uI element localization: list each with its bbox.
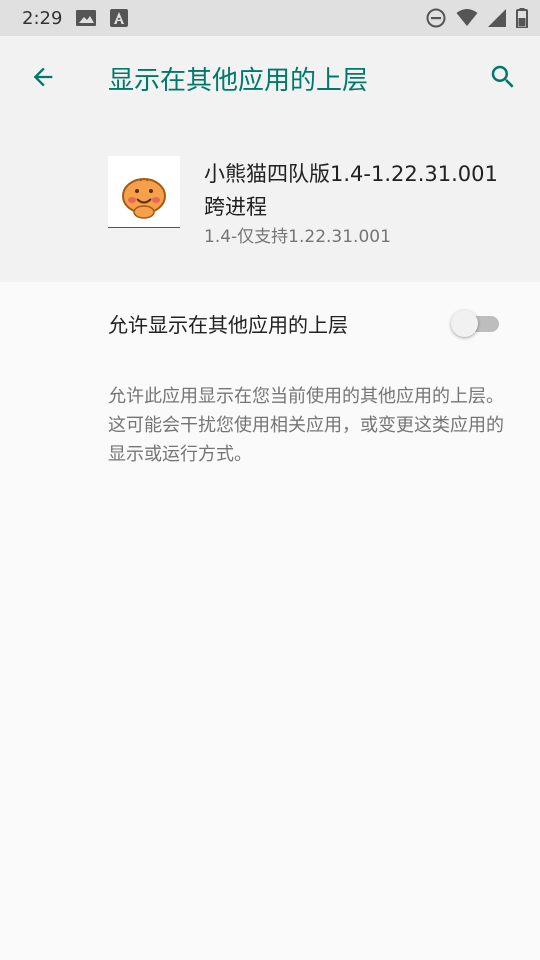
page-title: 显示在其他应用的上层 xyxy=(108,66,369,96)
battery-icon xyxy=(516,8,528,28)
status-bar: 2:29 xyxy=(0,0,540,36)
app-header: 小熊猫四队版1.4-1.22.31.001 跨进程 1.4-仅支持1.22.31… xyxy=(0,122,540,282)
allow-overlay-row[interactable]: 允许显示在其他应用的上层 xyxy=(0,282,540,364)
wifi-icon xyxy=(456,9,478,27)
status-time: 2:29 xyxy=(22,7,63,29)
app-logo-icon xyxy=(108,156,180,228)
app-version: 1.4-仅支持1.22.31.001 xyxy=(204,227,391,247)
allow-overlay-switch[interactable] xyxy=(451,309,501,337)
search-button[interactable] xyxy=(482,58,524,100)
do-not-disturb-icon xyxy=(426,8,446,28)
search-icon xyxy=(488,62,518,96)
switch-thumb xyxy=(451,310,478,337)
allow-overlay-label: 允许显示在其他应用的上层 xyxy=(108,313,348,337)
app-name: 小熊猫四队版1.4-1.22.31.001 跨进程 xyxy=(204,162,498,219)
signal-icon xyxy=(488,9,506,27)
back-arrow-icon xyxy=(29,63,57,95)
back-button[interactable] xyxy=(22,58,64,100)
status-right xyxy=(426,8,528,28)
image-icon xyxy=(76,10,97,26)
a-badge-icon xyxy=(110,9,129,27)
app-bar: 显示在其他应用的上层 xyxy=(0,36,540,122)
status-left: 2:29 xyxy=(22,7,129,29)
description-text: 允许此应用显示在您当前使用的其他应用的上层。这可能会干扰您使用相关应用，或变更这… xyxy=(108,386,504,465)
